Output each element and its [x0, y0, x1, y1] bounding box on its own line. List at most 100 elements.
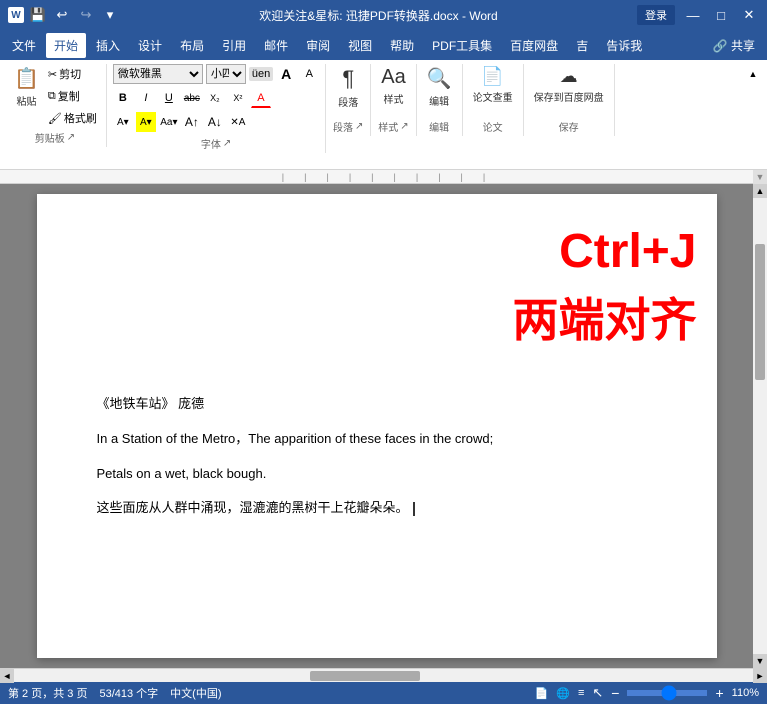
word-count: 53/413 个字: [99, 685, 158, 701]
clipboard-content: 📋 粘贴 ✂ 剪切 ⧉ 复制 🖌 格式刷: [10, 64, 100, 128]
format-painter-button[interactable]: 🖌 格式刷: [45, 108, 100, 128]
status-right: 📄 🌐 ≡ ↖ − + 110%: [535, 685, 759, 701]
poem-title-line: 《地铁车站》 庞德: [97, 394, 657, 415]
editing-btn[interactable]: 🔍 编辑: [423, 64, 456, 110]
styles-btn[interactable]: Aa 样式: [377, 64, 409, 108]
english-line-1: In a Station of the Metro，The apparition…: [97, 429, 657, 450]
scroll-thumb[interactable]: [755, 244, 765, 381]
font-highlight-row: A▾ A▾ Aa▾ A↑ A↓ ✕A: [113, 112, 248, 132]
title-right-controls: 登录 — □ ✕: [637, 5, 759, 25]
scroll-track[interactable]: [753, 198, 767, 654]
close-button[interactable]: ✕: [739, 5, 759, 25]
shading-btn[interactable]: A▾: [136, 112, 156, 132]
title-text: 欢迎关注&星标: 迅捷PDF转换器.docx - Word: [120, 7, 637, 24]
paper-icon: 📄: [481, 66, 503, 87]
paper-check-btn[interactable]: 📄 论文查重: [469, 64, 517, 106]
restore-button[interactable]: □: [711, 5, 731, 25]
ribbon-collapse-area: ▲: [743, 64, 763, 84]
quick-save-btn[interactable]: 💾: [28, 5, 48, 25]
menu-home[interactable]: 开始: [46, 33, 86, 58]
baidu-label: 保存: [559, 119, 579, 134]
paragraph-content: ¶ 段落: [332, 64, 364, 117]
zoom-slider[interactable]: [627, 690, 707, 696]
styles-label: 样式: [378, 119, 398, 134]
paste-button[interactable]: 📋 粘贴: [10, 64, 43, 110]
font-color-btn[interactable]: A: [251, 88, 271, 108]
menu-design[interactable]: 设计: [130, 33, 170, 58]
quick-dropdown-btn[interactable]: ▾: [100, 5, 120, 25]
char-spacing-btn[interactable]: A↑: [182, 112, 202, 132]
language: 中文(中国): [170, 685, 221, 701]
strikethrough-btn[interactable]: abc: [182, 88, 202, 108]
word-icon: W: [8, 7, 24, 23]
menu-review[interactable]: 审阅: [298, 33, 338, 58]
paragraph-settings-btn[interactable]: ¶ 段落: [332, 64, 364, 111]
ruler: |||||||||| ▼: [0, 170, 767, 184]
cut-button[interactable]: ✂ 剪切: [45, 64, 100, 84]
quick-undo-btn[interactable]: ↩: [52, 5, 72, 25]
superscript-btn[interactable]: X²: [228, 88, 248, 108]
font-name-select[interactable]: 微软雅黑: [113, 64, 203, 84]
grow-font-btn[interactable]: A: [276, 64, 296, 84]
zoom-level: 110%: [732, 687, 759, 699]
menu-bar: 文件 开始 插入 设计 布局 引用 邮件 审阅 视图 帮助 PDF工具集 百度网…: [0, 30, 767, 60]
underline-btn[interactable]: U: [159, 88, 179, 108]
clipboard-expand-icon[interactable]: ↗: [67, 132, 75, 143]
menu-mailings[interactable]: 邮件: [256, 33, 296, 58]
zoom-in-btn[interactable]: +: [715, 685, 723, 701]
view-normal-icon[interactable]: 📄: [535, 687, 549, 700]
h-scroll-thumb[interactable]: [310, 671, 421, 681]
menu-file[interactable]: 文件: [4, 33, 44, 58]
paper-content: 📄 论文查重: [469, 64, 517, 117]
login-button[interactable]: 登录: [637, 5, 675, 25]
clear-format-btn[interactable]: ✕A: [228, 112, 248, 132]
page-info: 第 2 页，共 3 页: [8, 685, 87, 701]
menu-baidu[interactable]: 百度网盘: [502, 33, 566, 58]
view-outline-icon[interactable]: ≡: [578, 687, 584, 699]
char-shrink-btn[interactable]: A↓: [205, 112, 225, 132]
view-web-icon[interactable]: 🌐: [556, 687, 570, 700]
font-size-select[interactable]: 小四: [206, 64, 246, 84]
styles-expand-icon[interactable]: ↗: [400, 121, 408, 132]
highlight-btn[interactable]: A▾: [113, 112, 133, 132]
styles-icon: Aa: [381, 66, 405, 89]
menu-insert[interactable]: 插入: [88, 33, 128, 58]
scroll-up-arrow[interactable]: ▲: [753, 184, 767, 198]
subscript-btn[interactable]: X₂: [205, 88, 225, 108]
scroll-down-arrow[interactable]: ▼: [753, 654, 767, 668]
menu-tellme[interactable]: 告诉我: [598, 33, 650, 58]
menu-share[interactable]: 🔗 共享: [705, 33, 763, 58]
menu-help[interactable]: 帮助: [382, 33, 422, 58]
document-page: Ctrl+J 两端对齐 《地铁车站》 庞德 In a Station of th…: [37, 194, 717, 658]
menu-ji[interactable]: 吉: [568, 33, 596, 58]
ribbon-group-baidu: ☁ 保存到百度网盘 保存: [524, 64, 615, 136]
ribbon-group-paper: 📄 论文查重 论文: [463, 64, 524, 136]
baidu-content: ☁ 保存到百度网盘: [530, 64, 608, 117]
minimize-button[interactable]: —: [683, 5, 703, 25]
font-expand-icon[interactable]: ↗: [223, 138, 231, 149]
ribbon-expand-btn[interactable]: ▲: [745, 66, 761, 82]
paragraph-expand-icon[interactable]: ↗: [355, 121, 363, 132]
quick-redo-btn[interactable]: ↪: [76, 5, 96, 25]
styles-content: Aa 样式: [377, 64, 409, 117]
baidu-save-btn[interactable]: ☁ 保存到百度网盘: [530, 64, 608, 106]
copy-icon: ⧉: [48, 90, 56, 103]
document-scroll[interactable]: Ctrl+J 两端对齐 《地铁车站》 庞德 In a Station of th…: [0, 184, 753, 668]
menu-pdf[interactable]: PDF工具集: [424, 33, 500, 58]
menu-view[interactable]: 视图: [340, 33, 380, 58]
copy-button[interactable]: ⧉ 复制: [45, 86, 100, 106]
change-case-btn[interactable]: Aa▾: [159, 112, 179, 132]
bold-btn[interactable]: B: [113, 88, 133, 108]
editing-content: 🔍 编辑: [423, 64, 456, 117]
menu-references[interactable]: 引用: [214, 33, 254, 58]
shortcut-overlay: Ctrl+J: [559, 224, 696, 279]
menu-layout[interactable]: 布局: [172, 33, 212, 58]
format-painter-icon: 🖌: [48, 112, 62, 125]
shrink-font-btn[interactable]: A: [299, 64, 319, 84]
title-left-controls: W 💾 ↩ ↪ ▾: [8, 5, 120, 25]
ribbon: 📋 粘贴 ✂ 剪切 ⧉ 复制 🖌 格式刷: [0, 60, 767, 170]
cursor-indicator: ↖: [592, 685, 603, 701]
italic-btn[interactable]: I: [136, 88, 156, 108]
zoom-out-btn[interactable]: −: [611, 685, 619, 701]
ruler-expand-btn[interactable]: ▼: [753, 170, 767, 184]
